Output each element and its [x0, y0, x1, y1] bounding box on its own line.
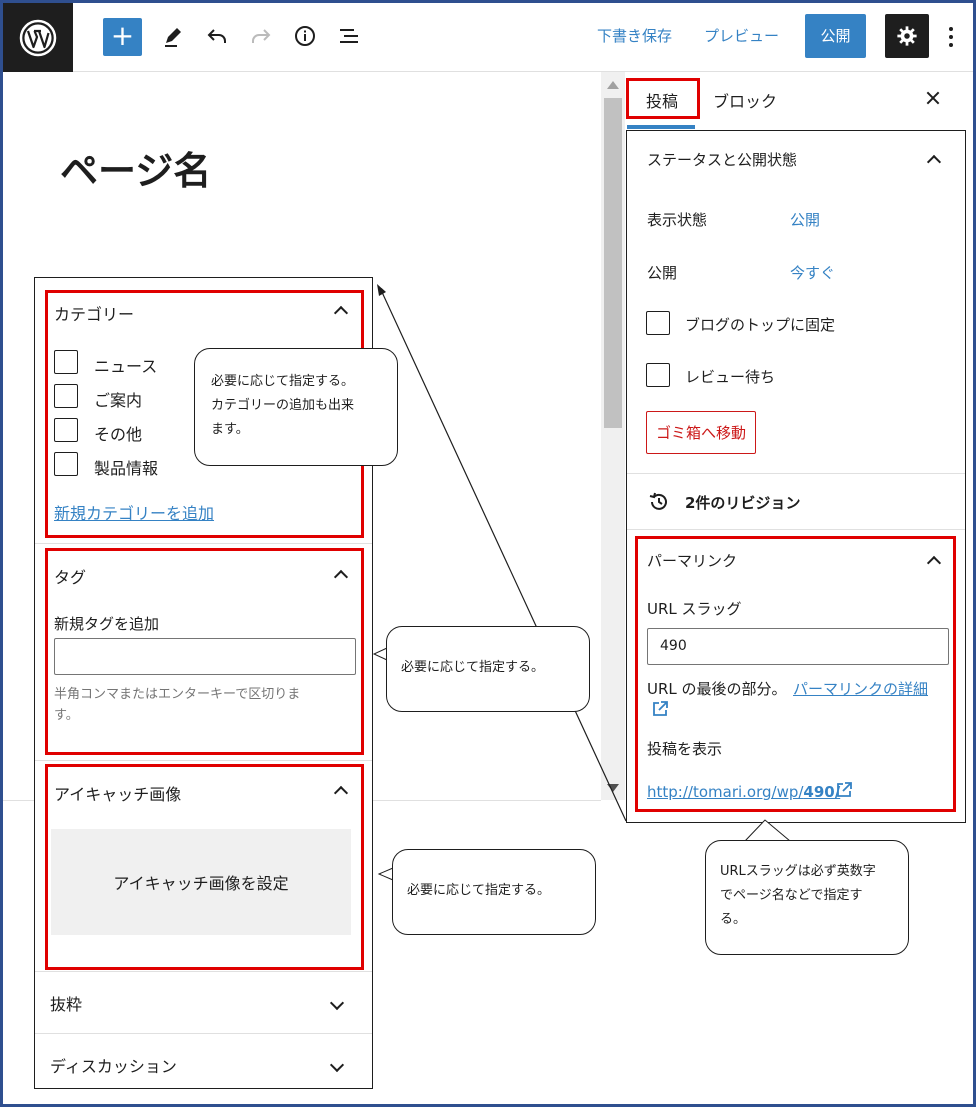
callout-text: カテゴリーの追加も出来 [211, 398, 355, 413]
callout-slug: URLスラッグは必ず英数字 でページ名などで指定す る。 [705, 840, 909, 955]
callout-text: URLスラッグは必ず英数字 [720, 864, 876, 879]
callout-text: 必要に応じて指定する。 [211, 374, 355, 389]
callout-text: 必要に応じて指定する。 [407, 883, 551, 898]
callout-featured-image: 必要に応じて指定する。 [392, 849, 596, 935]
callout-tag: 必要に応じて指定する。 [386, 626, 590, 712]
callout-text: 必要に応じて指定する。 [401, 660, 545, 675]
callout-text: る。 [720, 912, 747, 927]
callout-category: 必要に応じて指定する。 カテゴリーの追加も出来 ます。 [194, 348, 398, 466]
callout-text: ます。 [211, 422, 249, 437]
callout-text: でページ名などで指定す [720, 888, 863, 903]
